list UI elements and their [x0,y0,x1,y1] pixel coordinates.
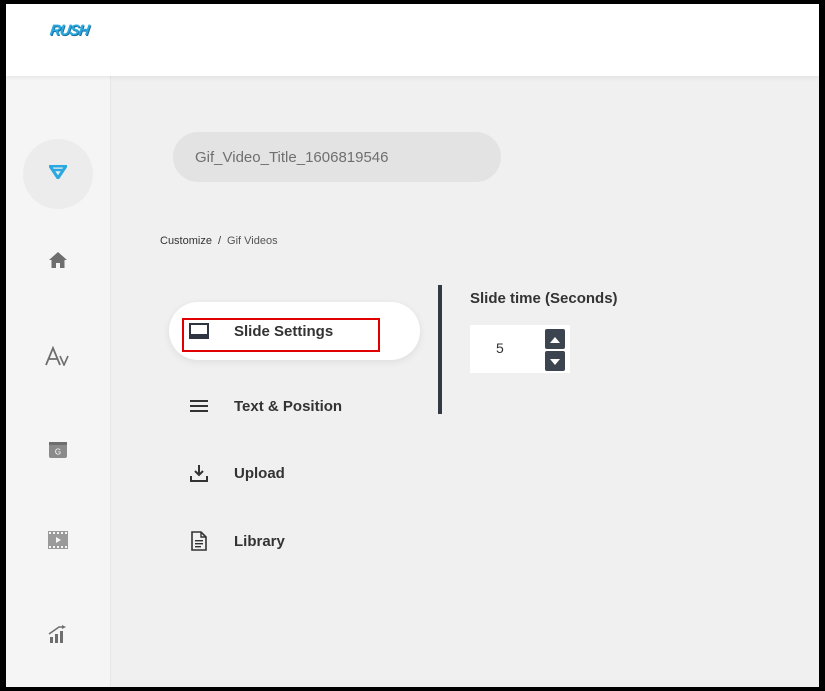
app-logo[interactable]: RUSH [49,22,90,39]
section-divider [438,285,442,414]
nav-slide-settings-label: Slide Settings [234,322,334,340]
video-title-text: Gif_Video_Title_1606819546 [195,148,389,166]
main-content: Gif_Video_Title_1606819546 Customize / Gif… [111,76,819,687]
slide-time-value[interactable]: 5 [496,340,504,356]
app-window: RUSH G Gif_Video_Title_1606819546 Custom… [6,4,819,687]
sidebar-item-fonts[interactable] [44,345,72,371]
nav-library[interactable]: Library [169,512,419,570]
caret-down-icon [550,352,560,370]
nav-upload-label: Upload [234,464,285,482]
sidebar-item-gif[interactable]: G [46,440,70,464]
video-icon [48,530,68,554]
font-icon [45,345,71,371]
increment-button[interactable] [545,329,565,349]
slide-time-label: Slide time (Seconds) [470,290,618,307]
nav-library-label: Library [234,532,285,550]
sidebar-item-video[interactable] [46,530,70,554]
nav-slide-settings[interactable]: Slide Settings [169,302,420,360]
caret-up-icon [550,330,560,348]
nav-upload[interactable]: Upload [169,444,419,502]
svg-text:G: G [55,447,61,456]
slideshow-icon [187,323,211,339]
sidebar-item-brand[interactable] [23,139,93,209]
document-icon [187,531,211,551]
gif-icon: G [49,441,67,463]
decrement-button[interactable] [545,351,565,371]
download-icon [187,464,211,482]
breadcrumb: Customize / Gif Videos [160,235,278,247]
sidebar: G [6,76,111,687]
sidebar-item-analytics[interactable] [46,624,70,648]
nav-text-position[interactable]: Text & Position [169,377,419,435]
nav-text-position-label: Text & Position [234,397,343,415]
breadcrumb-gif-videos: Gif Videos [227,235,278,247]
menu-lines-icon [187,399,211,413]
slide-time-stepper[interactable]: 5 [470,325,570,373]
brand-v-icon [48,164,68,184]
analytics-icon [48,624,68,648]
breadcrumb-customize[interactable]: Customize [160,235,212,247]
breadcrumb-separator: / [217,235,222,247]
sidebar-item-home[interactable] [46,250,70,274]
video-title-field[interactable]: Gif_Video_Title_1606819546 [173,132,501,182]
home-icon [48,251,68,274]
top-bar: RUSH [6,4,819,76]
